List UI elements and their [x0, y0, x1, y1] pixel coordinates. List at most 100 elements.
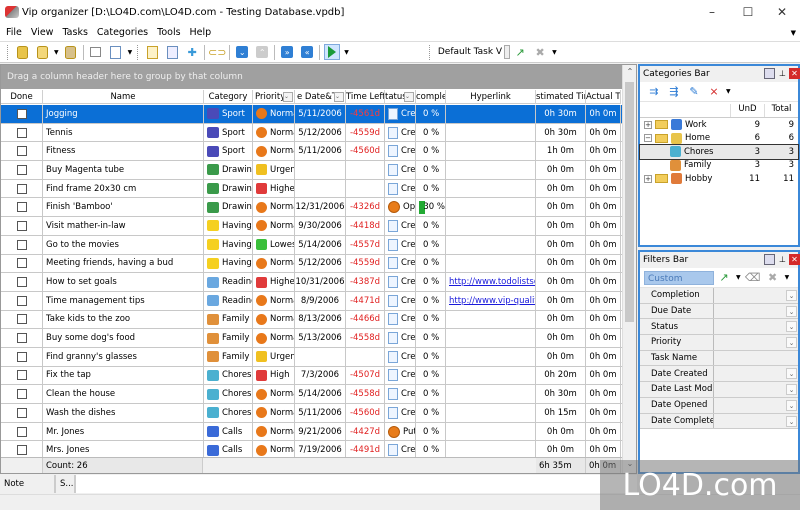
filter-field-value[interactable]: ⌄	[714, 382, 798, 397]
collapse-icon[interactable]: −	[644, 134, 652, 143]
move-up-icon[interactable]: ⌃	[254, 44, 270, 60]
clear-filter-icon[interactable]: ⌫	[745, 270, 761, 286]
link-icon[interactable]: ⊂⊃	[208, 44, 226, 60]
task-row[interactable]: Clean the house Chores Normal 5/14/2006 -455…	[1, 385, 623, 404]
done-checkbox[interactable]	[16, 333, 27, 344]
done-checkbox[interactable]	[16, 351, 27, 362]
delete-view-icon[interactable]: ✖	[532, 44, 548, 60]
pin-icon[interactable]: ⊥	[777, 68, 788, 79]
print-icon[interactable]	[88, 44, 104, 60]
task-row[interactable]: Fix the tap Chores High 7/3/2006 -4507d Creat…	[1, 366, 623, 386]
task-name[interactable]: Finish 'Bamboo'	[46, 202, 113, 212]
task-name[interactable]: Go to the movies	[46, 240, 119, 250]
column-header-total[interactable]: Total	[764, 104, 798, 117]
filter-field-value[interactable]: ⌄	[714, 304, 798, 319]
column-header-done[interactable]: Done	[1, 90, 43, 104]
task-name[interactable]: Buy Magenta tube	[46, 165, 124, 175]
filter-field-value[interactable]: ⌄	[714, 398, 798, 413]
done-checkbox[interactable]	[16, 370, 27, 381]
task-row[interactable]: Mr. Jones Calls Normal 9/21/2006 -4427d Put o…	[1, 422, 623, 442]
category-item[interactable]: Chores 3 3	[639, 144, 799, 160]
open-database-icon[interactable]	[14, 44, 30, 60]
move-bottom-icon[interactable]: »	[279, 44, 295, 60]
print-dropdown-icon[interactable]: ▼	[128, 49, 133, 56]
task-name[interactable]: Tennis	[46, 128, 73, 138]
column-header-hyperlink[interactable]: Hyperlink	[446, 90, 536, 104]
done-checkbox[interactable]	[16, 258, 27, 269]
task-view-name[interactable]: Default Task V	[438, 47, 502, 57]
filter-field-value[interactable]: ⌄	[714, 335, 798, 350]
column-header-complete[interactable]: complete	[416, 90, 446, 104]
task-row[interactable]: Go to the movies Having Fun Lowest 5/14/200…	[1, 235, 623, 255]
scrollbar-thumb[interactable]	[625, 82, 634, 322]
done-checkbox[interactable]	[16, 127, 27, 138]
category-item[interactable]: Family 3 3	[640, 159, 798, 173]
filter-preset-select[interactable]: Custom	[644, 270, 714, 285]
task-row[interactable]: Jogging Sport Normal 5/11/2006 -4561d Created…	[1, 105, 623, 124]
task-row[interactable]: Find frame 20x30 cm Drawing Highest Created…	[1, 179, 623, 199]
task-name[interactable]: Fitness	[46, 146, 75, 156]
task-row[interactable]: Time management tips Reading Normal 8/9/200…	[1, 291, 623, 311]
task-name[interactable]: Visit mather-in-law	[46, 221, 126, 231]
print-preview-icon[interactable]	[108, 44, 124, 60]
task-name[interactable]: Meeting friends, having a bud	[46, 258, 173, 268]
edit-category-icon[interactable]: ✎	[686, 84, 702, 100]
task-row[interactable]: Buy Magenta tube Drawing Urgent Created 0 % 0…	[1, 161, 623, 180]
column-header-priority[interactable]: Priority ⌄	[253, 90, 295, 104]
dock-icon[interactable]	[764, 68, 775, 79]
column-header-actual-time[interactable]: Actual Ti	[586, 90, 621, 104]
column-header-name[interactable]: Name	[43, 90, 204, 104]
view-toolbar-dropdown-icon[interactable]: ▼	[552, 49, 557, 56]
task-row[interactable]: Finish 'Bamboo' Drawing Normal12/31/2006 -4…	[1, 198, 623, 218]
chevron-down-icon[interactable]: ⌄	[786, 290, 797, 301]
apply-view-icon[interactable]: ↗	[512, 44, 528, 60]
task-row[interactable]: Meeting friends, having a bud Having Fun N…	[1, 254, 623, 274]
add-category-icon[interactable]: ⇉	[646, 84, 662, 100]
apply-filter-icon[interactable]: ↗	[716, 270, 732, 286]
scroll-up-icon[interactable]: ⌃	[623, 65, 637, 79]
new-task-icon[interactable]	[144, 44, 160, 60]
done-checkbox[interactable]	[16, 314, 27, 325]
column-header-time-left[interactable]: Time Left	[346, 90, 385, 104]
categories-toolbar-dropdown-icon[interactable]: ▼	[726, 88, 731, 95]
menu-view[interactable]: View	[31, 27, 54, 38]
expand-icon[interactable]: +	[644, 120, 652, 129]
task-name[interactable]: Wash the dishes	[46, 408, 115, 418]
task-name[interactable]: How to set goals	[46, 277, 117, 287]
column-header-due-date[interactable]: e Date&Ti ⌄	[295, 90, 346, 104]
column-header-status[interactable]: tatus ⌄	[385, 90, 416, 104]
edit-task-icon[interactable]	[164, 44, 180, 60]
done-checkbox[interactable]	[16, 202, 27, 213]
category-item[interactable]: + Work 9 9	[640, 118, 798, 132]
view-flag-icon[interactable]	[324, 44, 341, 60]
menu-tasks[interactable]: Tasks	[62, 27, 87, 38]
filters-toolbar-dropdown-icon[interactable]: ▼	[785, 274, 790, 281]
chevron-down-icon[interactable]: ⌄	[786, 399, 797, 411]
chevron-down-icon[interactable]: ⌄	[786, 415, 797, 427]
done-checkbox[interactable]	[16, 164, 27, 175]
column-header-category[interactable]: Category	[204, 90, 253, 104]
done-checkbox[interactable]	[16, 277, 27, 288]
task-name[interactable]: Mr. Jones	[46, 427, 84, 437]
grid-vertical-scrollbar[interactable]: ⌃ ⌄	[622, 65, 636, 473]
task-row[interactable]: Buy some dog's food Family Normal 5/13/2006…	[1, 329, 623, 348]
task-row[interactable]: Visit mather-in-law Having Fun Normal 9/30/…	[1, 217, 623, 236]
category-item[interactable]: + Hobby 11 11	[640, 172, 798, 186]
tab-s[interactable]: S...	[56, 475, 76, 493]
filter-dropdown-icon[interactable]: ⌄	[283, 92, 293, 102]
done-checkbox[interactable]	[16, 407, 27, 418]
chevron-down-icon[interactable]: ⌄	[786, 321, 797, 333]
menu-help[interactable]: Help	[190, 27, 212, 38]
group-by-area[interactable]: Drag a column header here to group by th…	[1, 65, 636, 89]
task-name[interactable]: Take kids to the zoo	[46, 314, 130, 324]
hyperlink[interactable]: http://www.vip-qualitys	[449, 296, 535, 306]
column-header-estimated-time[interactable]: stimated Tim	[536, 90, 586, 104]
dock-icon[interactable]	[764, 254, 775, 265]
filter-dropdown-icon[interactable]: ⌄	[334, 92, 344, 102]
menu-tools[interactable]: Tools	[157, 27, 180, 38]
menu-categories[interactable]: Categories	[97, 27, 148, 38]
task-name[interactable]: Clean the house	[46, 389, 115, 399]
delete-task-icon[interactable]: ✚	[184, 44, 200, 60]
tab-note[interactable]: Note	[0, 475, 56, 493]
close-button[interactable]: ✕	[764, 0, 800, 24]
